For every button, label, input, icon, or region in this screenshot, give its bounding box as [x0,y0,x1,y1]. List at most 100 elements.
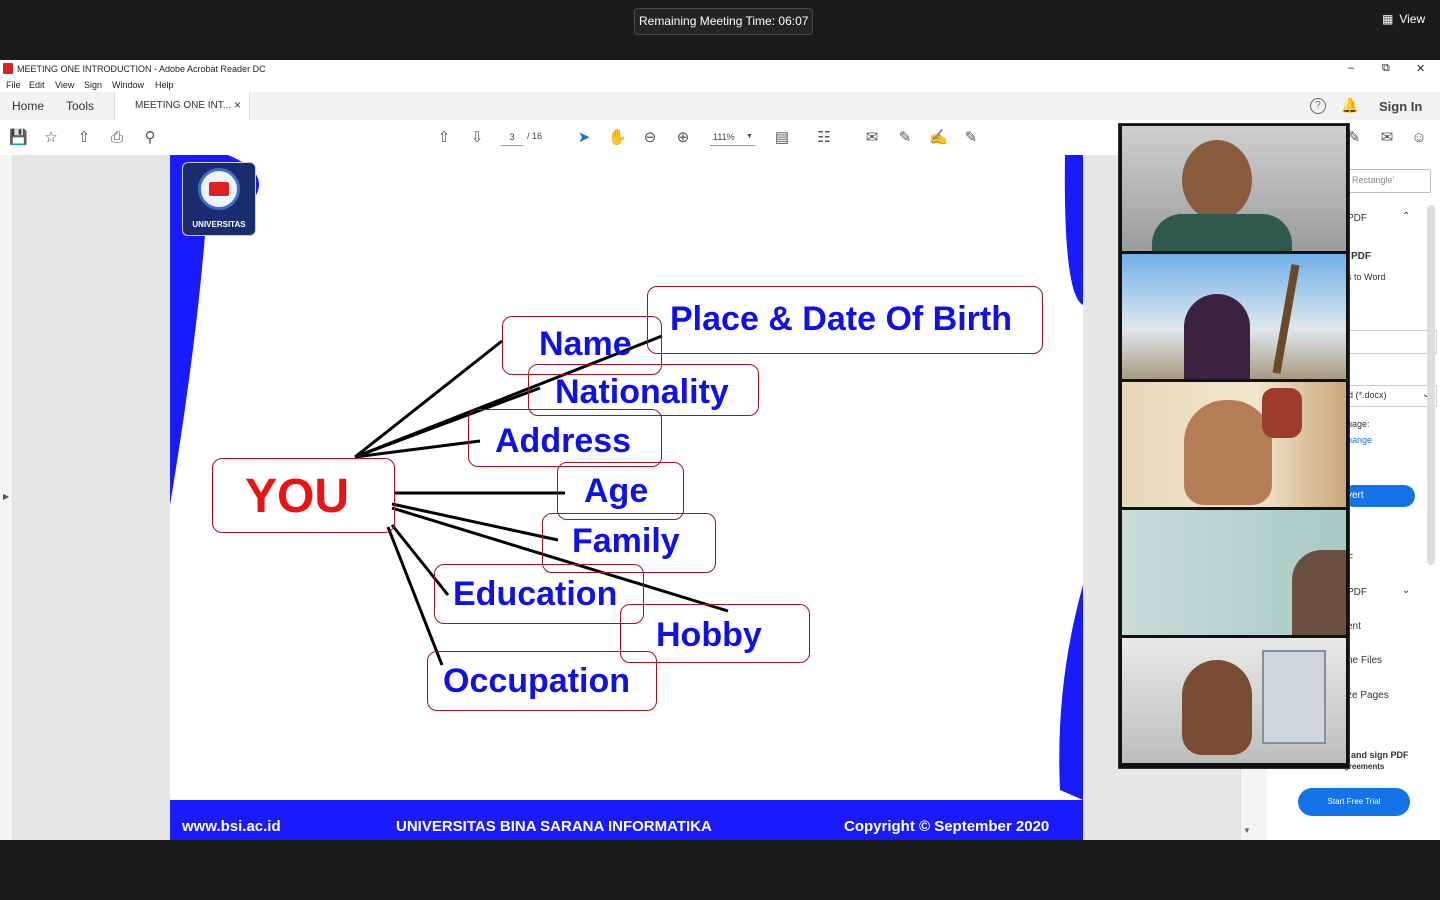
label-nationality: Nationality [555,373,729,411]
menu-help[interactable]: Help [155,80,174,90]
format-value: d (*.docx) [1348,390,1387,400]
print-icon[interactable]: ⎙ [108,129,126,147]
participant-video-1[interactable] [1122,126,1346,251]
panel-scrollbar[interactable] [1427,205,1435,565]
highlight-pen-icon[interactable]: ✎ [896,129,914,147]
label-education: Education [453,575,618,613]
university-logo: UNIVERSITAS [182,162,256,236]
start-free-trial-button[interactable]: Start Free Trial [1298,788,1410,816]
footer-university: UNIVERSITAS BINA SARANA INFORMATIKA [396,818,712,835]
zoom-top-bar: Remaining Meeting Time: 06:07 ▦ View [0,0,1440,60]
window-title-bar: MEETING ONE INTRODUCTION - Adobe Acrobat… [0,60,1440,78]
meeting-timer: Remaining Meeting Time: 06:07 [634,8,814,35]
label-you: YOU [245,470,350,523]
label-age: Age [584,472,649,510]
person-icon [1182,660,1252,755]
view-button[interactable]: ▦ View [1382,12,1425,26]
bell-icon[interactable]: 🔔 [1341,97,1358,114]
language-label: uage: [1347,419,1370,429]
panel-item-organize-pages[interactable]: ze Pages [1347,690,1389,701]
acrobat-app-icon [3,63,13,74]
slide-page: UNIVERSITAS Place & Date Of Birth Name N… [170,155,1083,840]
promo-title: and sign PDF [1351,750,1409,760]
expand-left-icon[interactable]: ▶ [3,492,9,501]
zoom-in-icon[interactable]: ⊕ [674,129,692,147]
logo-text: UNIVERSITAS [192,220,246,229]
person-icon [1292,550,1346,635]
change-language-link[interactable]: hange [1347,435,1372,445]
mail-icon[interactable]: ✉ [1378,129,1396,147]
menu-bar: File Edit View Sign Window Help [0,78,1440,92]
upload-cloud-icon[interactable]: ⇧ [75,129,93,147]
tab-document-label: MEETING ONE INT... [135,100,232,111]
palm-tree-icon [1272,264,1300,374]
sign-in-link[interactable]: Sign In [1379,99,1422,114]
convert-button[interactable]: vert [1343,485,1415,507]
comment-icon[interactable]: ✉ [863,129,881,147]
menu-window[interactable]: Window [112,80,144,90]
tab-tools[interactable]: Tools [66,99,94,113]
close-window-button[interactable]: ✕ [1416,62,1425,75]
scroll-mode-icon[interactable]: ☷ [815,129,833,147]
label-hobby: Hobby [656,616,762,654]
label-name: Name [539,325,632,363]
prev-page-icon[interactable]: ⇧ [435,129,453,147]
video-strip[interactable] [1118,123,1350,769]
tab-home[interactable]: Home [12,99,44,113]
page-number-input[interactable]: 3 [501,129,523,146]
fill-sign-icon[interactable]: ✎ [962,129,980,147]
star-icon[interactable]: ☆ [42,129,60,147]
menu-sign[interactable]: Sign [84,80,102,90]
next-page-icon[interactable]: ⇩ [468,129,486,147]
format-select[interactable]: d (*.docx) ⌄ [1347,385,1437,407]
participant-video-5[interactable] [1122,638,1346,763]
participant-video-2[interactable] [1122,254,1346,379]
zoom-level-select[interactable]: 111% ▼ [710,129,755,146]
person-icon [1184,294,1250,379]
hand-icon[interactable]: ✋ [608,129,627,147]
chevron-down-icon: ▼ [746,133,753,140]
footer-url: www.bsi.ac.id [182,818,281,835]
person-icon [1182,140,1252,220]
select-cursor-icon[interactable]: ➤ [575,129,593,147]
panel-item-export-pdf[interactable]: PDF [1351,251,1371,262]
label-place-date-birth: Place & Date Of Birth [670,300,1012,338]
search-tools-placeholder: Rectangle' [1352,175,1395,185]
tab-document[interactable]: MEETING ONE INT... × [114,92,250,120]
trial-label: Start Free Trial [1327,797,1381,806]
draw-icon[interactable]: ✍ [929,129,948,147]
grid-icon: ▦ [1382,12,1394,26]
search-tools-input[interactable]: Rectangle' [1347,169,1431,193]
backpack-icon [1262,388,1302,438]
panel-item-edit-pdf[interactable]: PDF [1347,587,1367,598]
save-icon[interactable]: 💾 [9,129,28,147]
scroll-down-icon[interactable]: ▼ [1243,826,1251,835]
restore-button[interactable]: ⧉ [1382,62,1390,75]
expand-down-icon[interactable]: ⌄ [1402,585,1410,596]
zoom-out-icon[interactable]: ⊖ [641,129,659,147]
tab-bar: Home Tools MEETING ONE INT... × ? 🔔 Sign… [0,92,1440,121]
menu-file[interactable]: File [6,80,21,90]
label-occupation: Occupation [443,662,631,700]
panel-item-pdf-header[interactable]: PDF [1347,213,1367,224]
left-rail[interactable]: ▶ [0,155,13,840]
participant-video-4[interactable] [1122,510,1346,635]
window-title: MEETING ONE INTRODUCTION - Adobe Acrobat… [17,64,266,74]
zoom-bottom-bar [0,840,1440,900]
help-icon[interactable]: ? [1310,98,1326,114]
menu-view[interactable]: View [55,80,74,90]
menu-edit[interactable]: Edit [29,80,45,90]
footer-copyright: Copyright © September 2020 [844,818,1050,835]
file-field[interactable]: ✕ [1347,330,1437,354]
logo-seal-icon [198,168,240,210]
page-view-icon[interactable]: ▤ [773,129,791,147]
person-icon [1184,400,1272,505]
share-user-icon[interactable]: ☺ [1410,129,1428,147]
close-tab-button[interactable]: × [234,98,241,112]
minimize-button[interactable]: – [1348,62,1354,74]
participant-video-3[interactable] [1122,382,1346,507]
search-icon[interactable]: ⚲ [141,129,159,147]
panel-item-combine-files[interactable]: ne Files [1347,655,1382,666]
collapse-up-icon[interactable]: ⌃ [1402,211,1410,222]
panel-item-convert-word: s to Word [1347,272,1386,282]
